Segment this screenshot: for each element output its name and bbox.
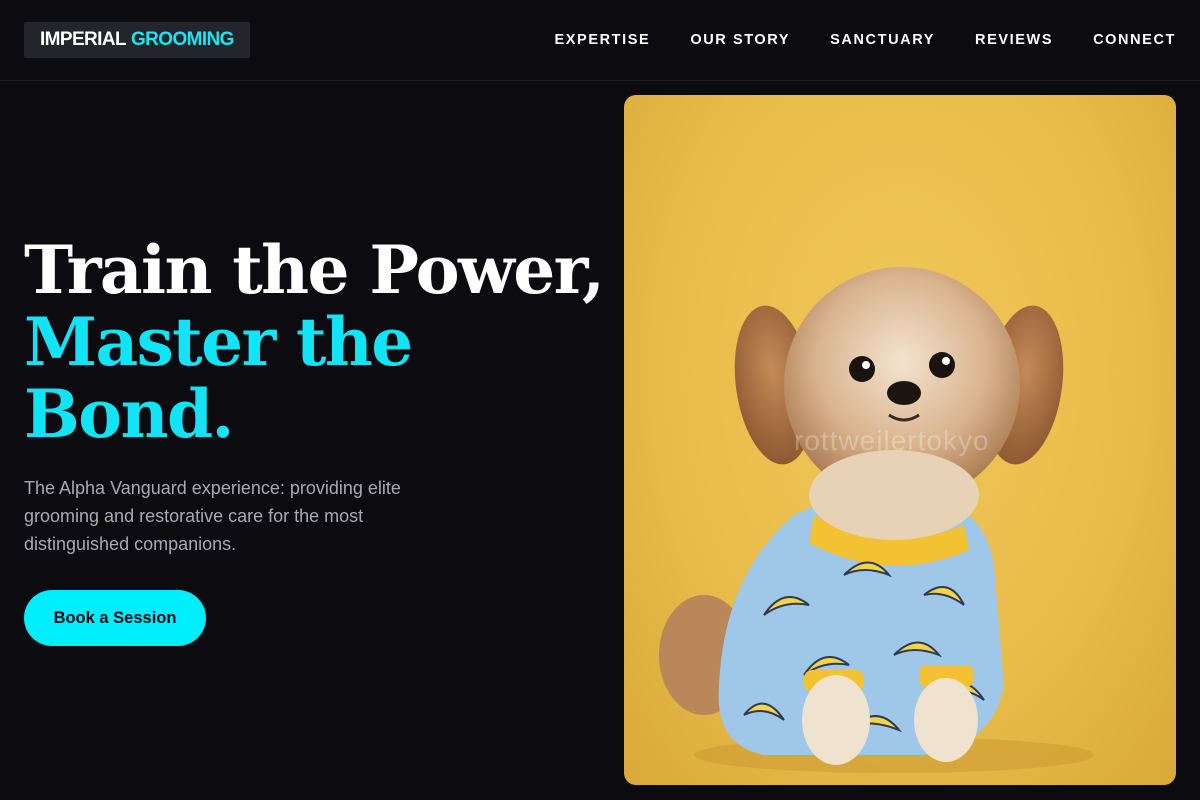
hero-heading-line1: Train the Power, <box>24 231 605 309</box>
book-session-button[interactable]: Book a Session <box>24 590 206 646</box>
site-header: IMPERIAL GROOMING EXPERTISE OUR STORY SA… <box>0 0 1200 81</box>
nav-link-our-story[interactable]: OUR STORY <box>690 31 790 49</box>
nav-link-connect[interactable]: CONNECT <box>1093 31 1176 49</box>
hero-heading-accent: Master the Bond. <box>24 303 413 453</box>
hero-dog-photo: rottweilertokyo <box>624 95 1176 785</box>
hero-heading: Train the Power, Master the Bond. <box>24 231 605 453</box>
photo-watermark: rottweilertokyo <box>794 425 990 456</box>
brand-logo[interactable]: IMPERIAL GROOMING <box>24 22 250 58</box>
nav-link-reviews[interactable]: REVIEWS <box>975 31 1053 49</box>
logo-primary-text: IMPERIAL <box>40 29 127 50</box>
hero-subtitle: The Alpha Vanguard experience: providing… <box>24 478 401 554</box>
main-navigation: EXPERTISE OUR STORY SANCTUARY REVIEWS CO… <box>515 31 1176 49</box>
logo-accent-text: GROOMING <box>130 29 234 50</box>
nav-link-sanctuary[interactable]: SANCTUARY <box>830 31 935 49</box>
nav-link-expertise[interactable]: EXPERTISE <box>555 31 651 49</box>
